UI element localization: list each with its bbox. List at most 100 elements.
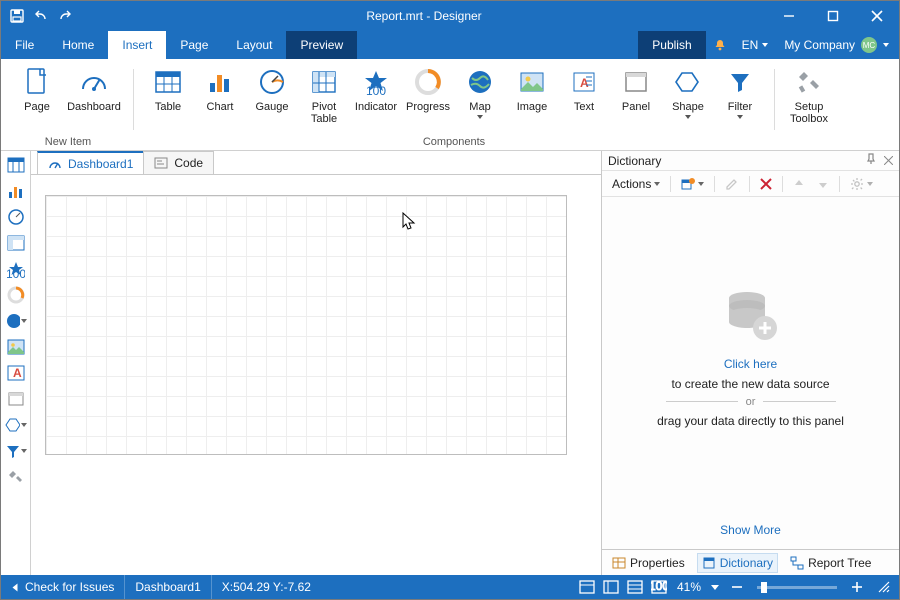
ribbon-indicator-button[interactable]: 100Indicator xyxy=(352,63,400,113)
ribbon-panel-button[interactable]: Panel xyxy=(612,63,660,113)
svg-text:100: 100 xyxy=(651,580,667,593)
redo-button[interactable] xyxy=(57,8,73,24)
ribbon-gauge-button[interactable]: Gauge xyxy=(248,63,296,113)
menu-insert[interactable]: Insert xyxy=(108,31,166,59)
ribbon-map-button[interactable]: Map xyxy=(456,63,504,119)
delete-button[interactable] xyxy=(756,176,776,192)
save-button[interactable] xyxy=(9,8,25,24)
chevron-down-icon xyxy=(21,423,27,427)
pin-icon[interactable] xyxy=(866,153,876,168)
show-more-link[interactable]: Show More xyxy=(602,515,899,549)
chevron-down-icon xyxy=(654,182,660,186)
tab-dictionary[interactable]: Dictionary xyxy=(697,553,778,573)
chevron-down-icon xyxy=(685,115,691,119)
tab-dashboard1[interactable]: Dashboard1 xyxy=(37,151,144,174)
svg-text:100: 100 xyxy=(366,84,386,96)
zoom-slider[interactable] xyxy=(757,586,837,589)
toolbox-chart-icon[interactable] xyxy=(5,181,27,201)
toolbox-gauge-icon[interactable] xyxy=(5,207,27,227)
toolbox-table-icon[interactable] xyxy=(5,155,27,175)
avatar: MC xyxy=(861,37,877,53)
menu-home[interactable]: Home xyxy=(48,31,108,59)
dictionary-icon xyxy=(702,556,716,570)
tab-report-tree[interactable]: Report Tree xyxy=(786,554,875,572)
toolbox-panel-icon[interactable] xyxy=(5,389,27,409)
database-icon xyxy=(719,284,783,351)
resize-grip[interactable] xyxy=(869,575,899,599)
panel-header: Dictionary xyxy=(602,151,899,171)
publish-button[interactable]: Publish xyxy=(638,31,705,59)
tab-properties[interactable]: Properties xyxy=(608,554,689,572)
toolbox-image-icon[interactable] xyxy=(5,337,27,357)
design-canvas[interactable] xyxy=(45,195,567,455)
toolbox-pivot-icon[interactable] xyxy=(5,233,27,253)
ribbon-group-setup: SetupToolbox xyxy=(781,63,837,150)
empty-line2: drag your data directly to this panel xyxy=(657,414,844,428)
ribbon-chart-button[interactable]: Chart xyxy=(196,63,244,113)
text-icon: A xyxy=(569,67,599,97)
svg-text:A: A xyxy=(580,76,589,90)
image-icon xyxy=(517,67,547,97)
ribbon-pivot-table-button[interactable]: PivotTable xyxy=(300,63,348,125)
toolbox-map-icon[interactable] xyxy=(5,311,27,331)
account-dropdown[interactable]: My Company MC xyxy=(776,31,899,59)
dashboard-icon xyxy=(48,157,62,171)
zoom-value[interactable]: 41% xyxy=(671,575,725,599)
ribbon-page-button[interactable]: Page xyxy=(13,63,61,113)
view-mode-1[interactable] xyxy=(575,575,599,599)
ribbon-table-button[interactable]: Table xyxy=(144,63,192,113)
new-item-button[interactable] xyxy=(677,175,708,193)
ribbon-dashboard-button[interactable]: Dashboard xyxy=(65,63,123,113)
status-bar: Check for Issues Dashboard1 X:504.29 Y:-… xyxy=(1,575,899,599)
window-controls xyxy=(767,1,899,31)
ribbon-progress-button[interactable]: Progress xyxy=(404,63,452,113)
edit-button[interactable] xyxy=(721,175,743,193)
check-for-issues-button[interactable]: Check for Issues xyxy=(1,575,125,599)
dictionary-toolbar: Actions xyxy=(602,171,899,197)
notifications-button[interactable] xyxy=(706,31,734,59)
language-dropdown[interactable]: EN xyxy=(734,31,777,59)
properties-icon xyxy=(612,556,626,570)
dashboard-icon xyxy=(79,67,109,97)
move-down-button[interactable] xyxy=(813,176,833,192)
toolbox-progress-icon[interactable] xyxy=(5,285,27,305)
ribbon-shape-button[interactable]: Shape xyxy=(664,63,712,119)
minimize-button[interactable] xyxy=(767,1,811,31)
menu-file[interactable]: File xyxy=(1,31,48,59)
toolbox-text-icon[interactable]: A xyxy=(5,363,27,383)
click-here-link[interactable]: Click here xyxy=(724,357,777,371)
chart-icon xyxy=(205,67,235,97)
toolbox-filter-icon[interactable] xyxy=(5,441,27,461)
view-mode-3[interactable] xyxy=(623,575,647,599)
ribbon-text-button[interactable]: AText xyxy=(560,63,608,113)
ribbon-setup-toolbox-button[interactable]: SetupToolbox xyxy=(785,63,833,125)
zoom-out-button[interactable] xyxy=(725,575,749,599)
ribbon-filter-button[interactable]: Filter xyxy=(716,63,764,119)
chevron-down-icon xyxy=(21,319,27,323)
chevron-down-icon xyxy=(762,43,768,47)
close-button[interactable] xyxy=(855,1,899,31)
toolbox-shape-icon[interactable] xyxy=(5,415,27,435)
indicator-icon: 100 xyxy=(361,67,391,97)
actions-dropdown[interactable]: Actions xyxy=(608,175,664,193)
close-icon[interactable] xyxy=(884,154,893,168)
view-mode-4[interactable]: 100 xyxy=(647,575,671,599)
maximize-button[interactable] xyxy=(811,1,855,31)
shape-icon xyxy=(673,67,703,97)
menu-preview[interactable]: Preview xyxy=(286,31,357,59)
tab-code[interactable]: Code xyxy=(143,151,214,174)
code-icon xyxy=(154,156,168,170)
undo-button[interactable] xyxy=(33,8,49,24)
zoom-in-button[interactable] xyxy=(845,575,869,599)
dictionary-panel: Dictionary Actions xyxy=(601,151,899,575)
settings-button[interactable] xyxy=(846,175,877,193)
view-mode-2[interactable] xyxy=(599,575,623,599)
menu-page[interactable]: Page xyxy=(166,31,222,59)
slider-thumb[interactable] xyxy=(761,582,767,593)
menu-layout[interactable]: Layout xyxy=(222,31,286,59)
toolbox-indicator-icon[interactable]: 100 xyxy=(5,259,27,279)
toolbox-setup-icon[interactable] xyxy=(5,467,27,487)
ribbon-image-button[interactable]: Image xyxy=(508,63,556,113)
tools-icon xyxy=(794,67,824,97)
move-up-button[interactable] xyxy=(789,176,809,192)
